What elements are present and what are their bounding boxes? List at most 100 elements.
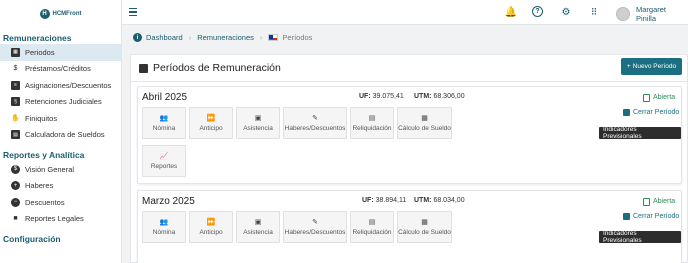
- tile-haberes-descuentos[interactable]: ✎ Haberes/Descuentos: [283, 107, 347, 139]
- calculator-icon: ▦: [421, 114, 428, 122]
- page-title-text: Períodos de Remuneración: [153, 62, 281, 74]
- info-icon: i: [133, 33, 142, 42]
- sidebar-item-label: Préstamos/Créditos: [25, 64, 91, 74]
- sidebar-item-retenciones[interactable]: § Retenciones Judiciales: [0, 94, 121, 111]
- tile-asistencia[interactable]: ▣ Asistencia: [236, 107, 280, 139]
- breadcrumb: i Dashboard › Remuneraciones › Períodos: [133, 33, 312, 42]
- users-icon: 👥: [159, 218, 169, 226]
- status-badge: Abierta: [643, 196, 675, 206]
- sidebar-item-label: Haberes: [25, 181, 54, 191]
- status-badge: Abierta: [643, 92, 675, 102]
- tile-calculo-sueldo[interactable]: ▦ Cálculo de Sueldo: [397, 211, 452, 243]
- tile-reliquidacion[interactable]: ▤ Reliquidación: [350, 107, 394, 139]
- sidebar-item-descuentos[interactable]: − Descuentos: [0, 194, 121, 211]
- breadcrumb-dashboard[interactable]: Dashboard: [146, 33, 183, 42]
- calendar-icon: ▦: [11, 47, 20, 57]
- calculator-icon: ▤: [11, 130, 20, 140]
- sidebar-item-reportes-legales[interactable]: ■ Reportes Legales: [0, 211, 121, 228]
- edit-icon: ✎: [312, 218, 318, 226]
- gear-icon[interactable]: ⚙: [560, 6, 572, 18]
- sidebar-item-label: Retenciones Judiciales: [25, 97, 102, 107]
- breadcrumb-remuneraciones[interactable]: Remuneraciones: [197, 33, 254, 42]
- folder-icon: ■: [13, 215, 18, 223]
- period-card: Marzo 2025 UF: 38.894,11 UTM: 68.034,00 …: [137, 190, 682, 263]
- section-title-reportes: Reportes y Analítica: [3, 150, 85, 160]
- lock-open-icon: [643, 94, 650, 102]
- section-title-remuneraciones: Remuneraciones: [3, 33, 72, 43]
- sidebar-item-label: Finiquitos: [25, 113, 58, 123]
- tile-nomina[interactable]: 👥 Nómina: [142, 107, 186, 139]
- new-period-button[interactable]: + Nuevo Período: [621, 58, 682, 75]
- breadcrumb-separator: ›: [188, 33, 192, 42]
- hamburger-menu-icon[interactable]: [129, 8, 137, 16]
- tile-haberes-descuentos[interactable]: ✎ Haberes/Descuentos: [283, 211, 347, 243]
- sidebar-item-vision-general[interactable]: $ Visión General: [0, 161, 121, 178]
- bell-icon[interactable]: 🔔: [505, 6, 517, 18]
- tile-anticipo[interactable]: ⏩ Anticipo: [189, 211, 233, 243]
- sidebar-item-calculadora[interactable]: ▤ Calculadora de Sueldos: [0, 127, 121, 144]
- lock-icon: [623, 109, 630, 116]
- period-actions: 👥 Nómina ⏩ Anticipo ▣ Asistencia ✎ Haberes/D…: [142, 211, 452, 243]
- help-icon[interactable]: ?: [532, 6, 543, 17]
- periods-card-header: Períodos de Remuneración + Nuevo Período: [131, 55, 687, 82]
- user-name: Margaret Pinilla: [635, 5, 666, 23]
- page-title: Períodos de Remuneración: [139, 62, 281, 74]
- period-name: Abril 2025: [142, 92, 188, 103]
- handshake-icon: ✋: [11, 115, 20, 123]
- app-logo[interactable]: H HCMFront: [0, 0, 121, 26]
- logo-mark-icon: H: [39, 9, 50, 19]
- close-period-button[interactable]: Cerrar Período: [623, 109, 679, 116]
- sidebar-item-asignaciones[interactable]: ≡ Asignaciones/Descuentos: [0, 77, 121, 94]
- tile-asistencia[interactable]: ▣ Asistencia: [236, 211, 280, 243]
- chart-line-icon: 📈: [159, 152, 169, 160]
- tile-anticipo[interactable]: ⏩ Anticipo: [189, 107, 233, 139]
- tile-reportes[interactable]: 📈 Reportes: [142, 145, 186, 177]
- plus-icon: +: [626, 63, 631, 70]
- avatar: [616, 7, 630, 21]
- sidebar-item-label: Calculadora de Sueldos: [25, 130, 105, 140]
- sidebar-item-prestamos[interactable]: $ Préstamos/Créditos: [0, 61, 121, 78]
- sidebar-item-label: Reportes Legales: [25, 214, 84, 224]
- new-period-label: Nuevo Período: [632, 63, 677, 70]
- sidebar-item-label: Asignaciones/Descuentos: [25, 80, 112, 90]
- topbar: 🔔 ? ⚙ ⠿ Margaret Pinilla: [122, 0, 688, 25]
- users-icon: 👥: [159, 114, 169, 122]
- utm-value: UTM: 68.306,00: [414, 93, 465, 100]
- plus-circle-icon: +: [11, 181, 20, 191]
- logo-text: HCMFront: [52, 11, 82, 17]
- tile-calculo-sueldo[interactable]: ▦ Cálculo de Sueldo: [397, 107, 452, 139]
- indicators-tooltip: Indicadores Previsionales: [599, 230, 681, 244]
- sidebar-item-periodos[interactable]: ▦ Periodos: [0, 44, 121, 61]
- apps-grid-icon[interactable]: ⠿: [588, 6, 600, 18]
- dollar-icon: $: [13, 65, 18, 73]
- document-icon: ▤: [368, 114, 376, 122]
- tile-nomina[interactable]: 👥 Nómina: [142, 211, 186, 243]
- chile-flag-icon: [268, 34, 279, 41]
- sidebar-item-label: Visión General: [25, 164, 75, 174]
- file-icon: §: [11, 97, 20, 107]
- sidebar-item-haberes[interactable]: + Haberes: [0, 178, 121, 195]
- periods-card: Períodos de Remuneración + Nuevo Período…: [130, 54, 688, 263]
- period-actions: 👥 Nómina ⏩ Anticipo ▣ Asistencia ✎ Haberes/D…: [142, 107, 452, 139]
- tag-icon: ≡: [11, 80, 20, 90]
- tile-reliquidacion[interactable]: ▤ Reliquidación: [350, 211, 394, 243]
- calculator-icon: ▦: [421, 218, 428, 226]
- id-card-icon: ▣: [254, 218, 262, 226]
- section-title-configuracion: Configuración: [3, 234, 61, 244]
- sidebar-item-finiquitos[interactable]: ✋ Finiquitos: [0, 110, 121, 127]
- sidebar-item-label: Periodos: [25, 47, 55, 57]
- close-period-button[interactable]: Cerrar Período: [623, 213, 679, 220]
- id-card-icon: ▣: [254, 114, 262, 122]
- uf-value: UF: 39.075,41: [359, 93, 404, 100]
- user-menu[interactable]: Margaret Pinilla: [616, 5, 688, 23]
- period-name: Marzo 2025: [142, 196, 195, 207]
- dollar-circle-icon: $: [11, 164, 20, 174]
- sidebar-item-label: Descuentos: [25, 197, 65, 207]
- period-actions-row-2: 📈 Reportes: [142, 145, 186, 177]
- utm-value: UTM: 68.034,00: [414, 197, 465, 204]
- indicators-tooltip: Indicadores Previsionales: [599, 126, 681, 140]
- document-icon: ▤: [368, 218, 376, 226]
- calendar-icon: [139, 63, 148, 73]
- fast-forward-icon: ⏩: [206, 114, 216, 122]
- fast-forward-icon: ⏩: [206, 218, 216, 226]
